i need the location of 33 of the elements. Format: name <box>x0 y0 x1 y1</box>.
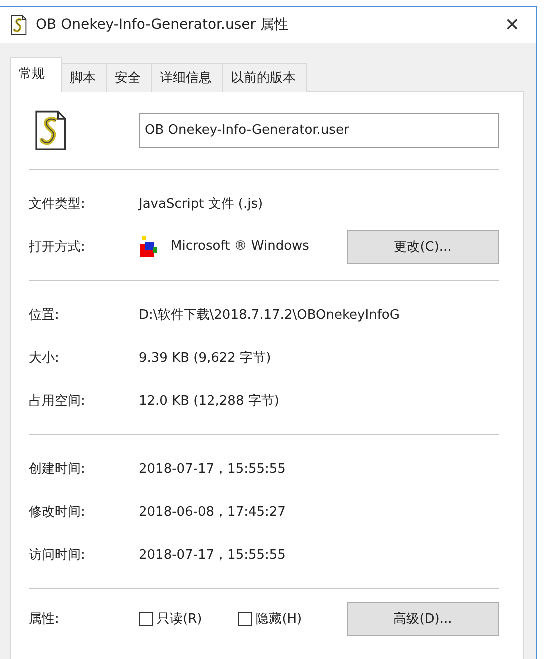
property-value: 12.0 KB (12,288 字节) <box>139 392 280 410</box>
property-value: 2018-07-17，15:55:55 <box>139 460 286 478</box>
tab[interactable]: 详细信息 <box>151 63 223 92</box>
script-file-icon <box>10 14 28 36</box>
property-label: 访问时间: <box>29 546 86 564</box>
property-label: 位置: <box>29 306 60 324</box>
property-value: JavaScript 文件 (.js) <box>139 196 264 213</box>
change-button[interactable]: 更改(C)... <box>347 230 499 264</box>
window-title: OB Onekey-Info-Generator.user 属性 <box>36 16 290 34</box>
close-button[interactable]: ✕ <box>496 14 528 36</box>
property-value: Microsoft ® Windows <box>171 239 310 254</box>
property-label: 占用空间: <box>29 392 86 410</box>
property-label: 创建时间: <box>29 460 86 478</box>
property-value: 9.39 KB (9,622 字节) <box>139 350 272 367</box>
tab[interactable]: 以前的版本 <box>222 63 307 92</box>
property-label: 打开方式: <box>29 238 86 256</box>
property-label: 修改时间: <box>29 504 86 521</box>
checkbox-label: 只读(R) <box>157 610 202 628</box>
property-value: 2018-06-08，17:45:27 <box>139 504 286 521</box>
property-value: D:\软件下载\2018.7.17.2\OBOnekeyInfoG <box>139 306 400 324</box>
script-file-icon <box>33 110 69 152</box>
property-label: 文件类型: <box>29 196 86 213</box>
property-value: 2018-07-17，15:55:55 <box>139 546 286 564</box>
checkbox[interactable] <box>238 612 252 626</box>
attributes-label: 属性: <box>29 610 60 628</box>
tab[interactable]: 安全 <box>106 63 152 92</box>
checkbox-label: 隐藏(H) <box>256 610 302 628</box>
advanced-button[interactable]: 高级(D)... <box>347 602 499 636</box>
file-name-field[interactable]: OB Onekey-Info-Generator.user <box>139 113 499 148</box>
checkbox[interactable] <box>139 612 153 626</box>
tab[interactable]: 脚本 <box>61 63 107 92</box>
property-label: 大小: <box>29 350 60 367</box>
tab[interactable]: 常规 <box>10 57 62 92</box>
